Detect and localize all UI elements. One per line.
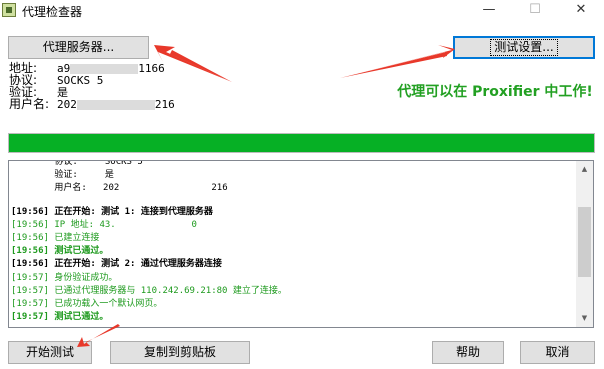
info-username-label: 用户名:: [9, 97, 50, 111]
start-test-button[interactable]: 开始测试: [8, 341, 92, 364]
log-line: [19:56] 已建立连接: [11, 232, 100, 243]
test-settings-label: 测试设置...: [490, 39, 558, 56]
info-username-value-end: 216: [154, 98, 175, 111]
app-icon: [2, 3, 16, 17]
log-lines: 协议: SOCKS 5 验证: 是 用户名: 202 216 [19:56] 正在…: [11, 160, 576, 324]
window-title: 代理检查器: [22, 5, 83, 19]
redaction: [70, 63, 139, 74]
annotation-note: 代理可以在 Proxifier 中工作!: [397, 84, 593, 100]
log-line: [19:56] 正在开始: 测试 1: 连接到代理服务器: [11, 206, 213, 217]
log-line: 验证: 是: [11, 170, 114, 181]
test-settings-button[interactable]: 测试设置...: [453, 36, 595, 59]
log-line: [19:57] 测试已通过。: [11, 312, 109, 323]
progress-fill: [9, 134, 594, 152]
progress-bar: [8, 133, 595, 153]
help-button[interactable]: 帮助: [432, 341, 504, 364]
log-line: [19:56] 测试已通过。: [11, 246, 109, 257]
log-textbox[interactable]: 协议: SOCKS 5 验证: 是 用户名: 202 216 [19:56] 正在…: [8, 160, 594, 328]
log-line: [19:56] IP 地址: 43. 0: [11, 219, 197, 230]
proxy-servers-label: 代理服务器...: [42, 40, 115, 54]
cancel-label: 取消: [545, 345, 570, 359]
copy-to-clipboard-label: 复制到剪贴板: [143, 345, 216, 359]
start-test-label: 开始测试: [25, 345, 74, 359]
maximize-button[interactable]: ☐: [512, 0, 558, 22]
log-line: [19:56] 正在开始: 测试 2: 通过代理服务器连接: [11, 259, 222, 270]
scroll-down-icon[interactable]: ▼: [576, 310, 593, 327]
help-label: 帮助: [455, 345, 480, 359]
scroll-thumb[interactable]: [578, 207, 591, 277]
info-username-row: 用户名: 202 216: [9, 98, 175, 111]
log-line: 用户名: 202 216: [11, 183, 228, 194]
scroll-up-icon[interactable]: ▲: [576, 161, 593, 178]
log-line: [19:57] 已成功载入一个默认网页。: [11, 298, 163, 309]
info-address-value-end: 1166: [138, 62, 165, 75]
arrow-to-test-settings-icon: [340, 45, 455, 78]
minimize-button[interactable]: —: [466, 0, 512, 22]
info-username-value-start: 202: [57, 98, 77, 111]
proxy-servers-button[interactable]: 代理服务器...: [8, 36, 149, 59]
arrow-to-proxy-servers-icon: [154, 45, 232, 82]
close-button[interactable]: ✕: [558, 0, 604, 22]
cancel-button[interactable]: 取消: [520, 341, 595, 364]
arrow-shaft-2: [340, 52, 447, 78]
redaction: [76, 99, 155, 110]
log-scrollbar[interactable]: ▲ ▼: [576, 161, 593, 327]
copy-to-clipboard-button[interactable]: 复制到剪贴板: [110, 341, 250, 364]
log-line: 协议: SOCKS 5: [11, 160, 143, 167]
log-line: [19:57] 已通过代理服务器与 110.242.69.21:80 建立了连接…: [11, 285, 287, 296]
title-bar: 代理检查器 — ☐ ✕: [0, 0, 604, 22]
arrow-shaft-1: [170, 50, 232, 82]
log-line: [19:57] 身份验证成功。: [11, 272, 118, 283]
